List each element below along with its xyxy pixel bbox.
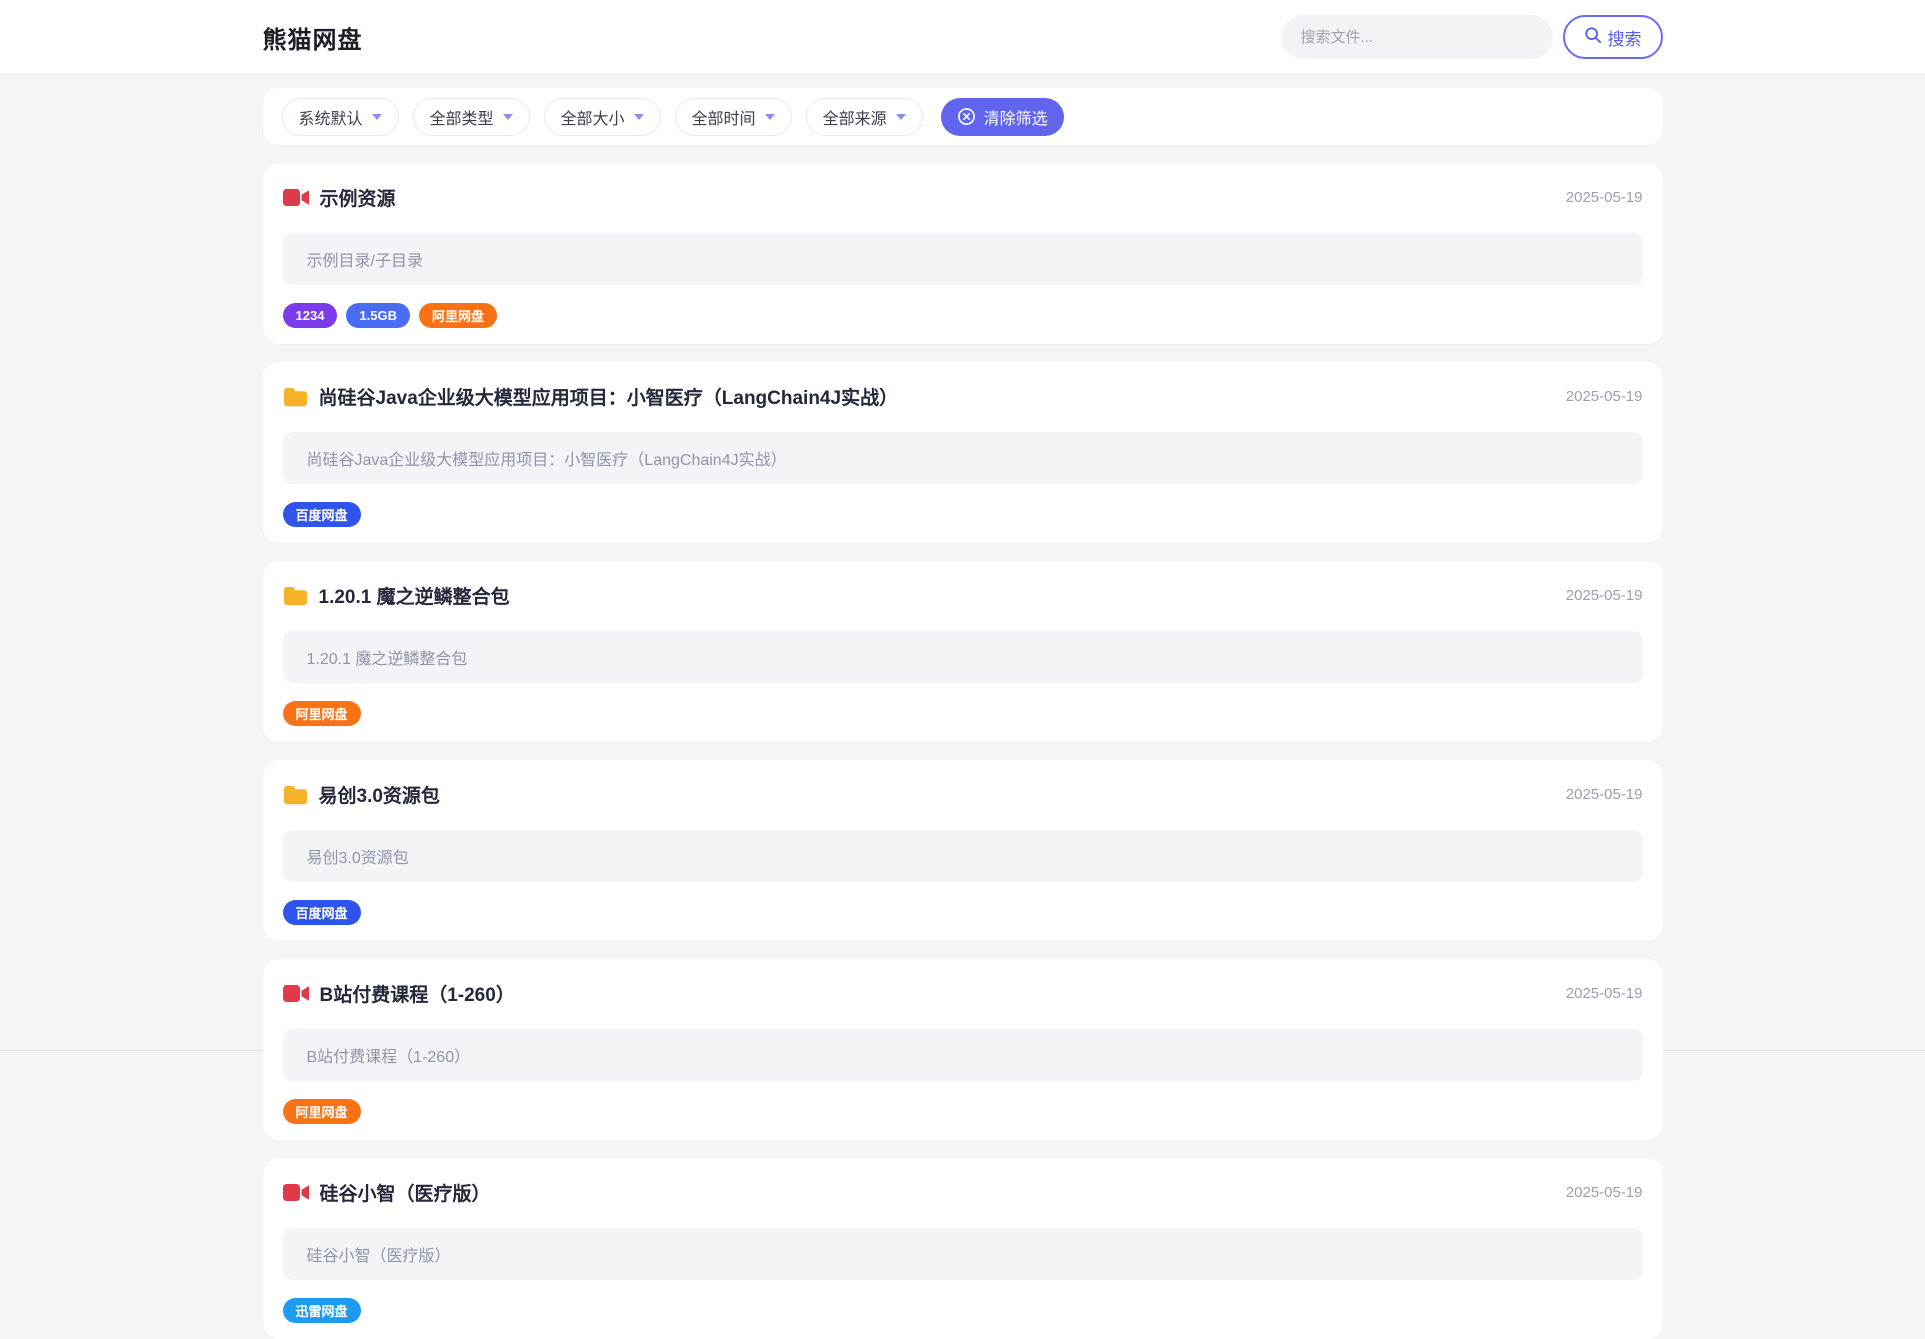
tag-badge: 阿里网盘	[419, 303, 498, 328]
result-tags: 1234 1.5GB 阿里网盘	[282, 303, 1643, 328]
tag-badge: 百度网盘	[282, 900, 361, 925]
result-description: 示例目录/子目录	[282, 233, 1643, 285]
video-icon	[282, 188, 309, 207]
app-logo: 熊猫网盘	[262, 26, 363, 54]
result-card-header: 易创3.0资源包 2025-05-19	[283, 781, 1643, 808]
result-list: 示例资源 2025-05-19 示例目录/子目录 1234 1.5GB 阿里网盘 尚…	[262, 163, 1663, 1339]
folder-icon	[283, 586, 308, 606]
result-card[interactable]: 1.20.1 魔之逆鳞整合包 2025-05-19 1.20.1 魔之逆鳞整合包…	[262, 561, 1663, 742]
result-title: 1.20.1 魔之逆鳞整合包	[318, 587, 510, 608]
result-description: 易创3.0资源包	[282, 830, 1643, 882]
filter-dropdown-time[interactable]: 全部时间	[674, 97, 792, 136]
search-button[interactable]: 搜索	[1562, 15, 1663, 59]
search-area: 搜索	[1280, 15, 1663, 59]
result-tags: 阿里网盘	[282, 701, 1643, 726]
result-card[interactable]: B站付费课程（1-260） 2025-05-19 B站付费课程（1-260） 阿…	[262, 959, 1663, 1140]
result-tags: 百度网盘	[282, 502, 1643, 527]
top-header: 熊猫网盘 搜索	[0, 0, 1925, 75]
result-card-header: B站付费课程（1-260） 2025-05-19	[282, 980, 1643, 1007]
result-tags: 阿里网盘	[282, 1099, 1643, 1124]
video-icon	[282, 1183, 309, 1202]
filter-label: 全部来源	[822, 110, 887, 128]
filter-bar: 系统默认 全部类型 全部大小 全部时间 全部来源 清除筛选	[262, 88, 1663, 145]
result-card-header: 尚硅谷Java企业级大模型应用项目：小智医疗（LangChain4J实战） 20…	[283, 383, 1643, 410]
video-icon	[282, 984, 309, 1003]
result-date: 2025-05-19	[1565, 388, 1643, 405]
search-input[interactable]	[1280, 15, 1553, 59]
filter-dropdown-source[interactable]: 全部来源	[805, 97, 923, 136]
result-title: 示例资源	[319, 189, 396, 210]
result-description: 1.20.1 魔之逆鳞整合包	[282, 631, 1643, 683]
result-card[interactable]: 示例资源 2025-05-19 示例目录/子目录 1234 1.5GB 阿里网盘	[262, 163, 1663, 344]
result-description: 硅谷小智（医疗版）	[282, 1228, 1643, 1280]
result-card-header: 硅谷小智（医疗版） 2025-05-19	[282, 1179, 1643, 1206]
clear-filters-button[interactable]: 清除筛选	[940, 97, 1064, 136]
folder-icon	[283, 785, 308, 805]
tag-badge: 1234	[282, 303, 338, 328]
result-card[interactable]: 尚硅谷Java企业级大模型应用项目：小智医疗（LangChain4J实战） 20…	[262, 362, 1663, 543]
chevron-down-icon	[371, 113, 382, 120]
search-icon	[1584, 26, 1602, 49]
tag-badge: 阿里网盘	[282, 701, 361, 726]
filter-label: 全部时间	[691, 110, 756, 128]
tag-badge: 迅雷网盘	[282, 1298, 361, 1323]
result-title: 硅谷小智（医疗版）	[319, 1184, 491, 1205]
filter-label: 全部类型	[429, 110, 494, 128]
filter-label: 系统默认	[298, 110, 363, 128]
filter-dropdown-sort[interactable]: 系统默认	[281, 97, 399, 136]
result-card-header: 1.20.1 魔之逆鳞整合包 2025-05-19	[283, 582, 1643, 609]
result-date: 2025-05-19	[1565, 1184, 1643, 1201]
tag-badge: 阿里网盘	[282, 1099, 361, 1124]
filter-dropdown-size[interactable]: 全部大小	[543, 97, 661, 136]
tag-badge: 百度网盘	[282, 502, 361, 527]
result-title: 尚硅谷Java企业级大模型应用项目：小智医疗（LangChain4J实战）	[318, 388, 899, 409]
search-button-label: 搜索	[1607, 29, 1642, 49]
result-card[interactable]: 硅谷小智（医疗版） 2025-05-19 硅谷小智（医疗版） 迅雷网盘	[262, 1158, 1663, 1339]
main-content: 系统默认 全部类型 全部大小 全部时间 全部来源 清除筛选 示例资源 2025-…	[262, 88, 1663, 1339]
result-title: 易创3.0资源包	[318, 786, 440, 807]
result-card[interactable]: 易创3.0资源包 2025-05-19 易创3.0资源包 百度网盘	[262, 760, 1663, 941]
result-title: B站付费课程（1-260）	[319, 985, 515, 1006]
result-date: 2025-05-19	[1565, 786, 1643, 803]
result-date: 2025-05-19	[1565, 189, 1643, 206]
clear-filters-label: 清除筛选	[983, 110, 1048, 128]
chevron-down-icon	[502, 113, 513, 120]
chevron-down-icon	[633, 113, 644, 120]
folder-icon	[283, 387, 308, 407]
result-date: 2025-05-19	[1565, 985, 1643, 1002]
result-description: B站付费课程（1-260）	[282, 1029, 1643, 1081]
filter-dropdown-type[interactable]: 全部类型	[412, 97, 530, 136]
result-card-header: 示例资源 2025-05-19	[282, 184, 1643, 211]
result-tags: 百度网盘	[282, 900, 1643, 925]
result-date: 2025-05-19	[1565, 587, 1643, 604]
filter-label: 全部大小	[560, 110, 625, 128]
chevron-down-icon	[895, 113, 906, 120]
circle-x-icon	[957, 107, 976, 126]
chevron-down-icon	[764, 113, 775, 120]
result-tags: 迅雷网盘	[282, 1298, 1643, 1323]
result-description: 尚硅谷Java企业级大模型应用项目：小智医疗（LangChain4J实战）	[282, 432, 1643, 484]
tag-badge: 1.5GB	[346, 303, 410, 328]
